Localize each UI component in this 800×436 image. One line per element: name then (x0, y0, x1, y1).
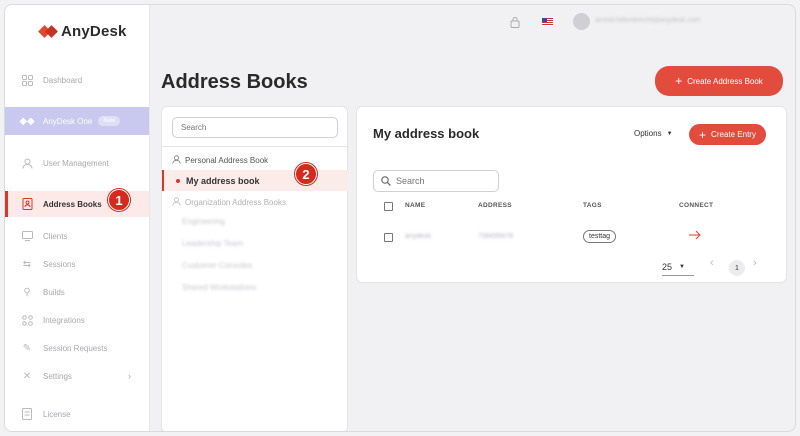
tag-badge[interactable]: testtag (583, 230, 617, 243)
entry-search-input[interactable] (396, 176, 496, 186)
select-all-checkbox[interactable] (384, 202, 393, 211)
sidebar-item-anydesk-one[interactable]: ◆◆ AnyDesk One New (5, 107, 149, 135)
dashboard-icon (21, 74, 33, 86)
entry-search-box[interactable] (373, 170, 499, 192)
user-email[interactable]: arnold.hillenbrecht@anydesk.com (595, 17, 701, 24)
sidebar-item-sessions[interactable]: ⇆ Sessions (5, 251, 149, 277)
app-window: AnyDesk Dashboard ◆◆ AnyDesk One New Use… (4, 4, 796, 432)
anydesk-logo[interactable]: AnyDesk (38, 23, 127, 40)
sidebar-item-integrations[interactable]: Integrations (5, 307, 149, 333)
integrations-icon (21, 314, 33, 326)
sidebar-item-builds[interactable]: ⚲ Builds (5, 279, 149, 305)
page-number[interactable]: 1 (729, 260, 745, 276)
address-book-item[interactable]: Leadership Team (162, 233, 348, 254)
options-dropdown[interactable]: Options ▼ (634, 129, 673, 138)
prev-page-icon[interactable]: ‹ (710, 257, 714, 269)
entry-address: 738495678 (478, 233, 514, 240)
plus-icon: + (699, 127, 707, 142)
builds-icon: ⚲ (23, 286, 31, 298)
address-book-item[interactable]: Shared Workstations (162, 277, 348, 298)
sidebar-item-settings[interactable]: ✕ Settings › (5, 363, 149, 389)
sidebar-item-label: Settings (43, 371, 72, 381)
avatar[interactable] (573, 13, 590, 30)
address-book-search-input[interactable] (172, 117, 338, 138)
sidebar-item-label: Integrations (43, 315, 85, 325)
sidebar: AnyDesk Dashboard ◆◆ AnyDesk One New Use… (5, 5, 150, 431)
user-icon (172, 155, 181, 166)
license-icon (21, 408, 33, 420)
sidebar-item-dashboard[interactable]: Dashboard (5, 67, 149, 93)
sessions-icon: ⇆ (22, 258, 32, 270)
column-header-address[interactable]: ADDRESS (478, 202, 512, 209)
create-address-book-label: Create Address Book (687, 76, 763, 86)
step-marker-2: 2 (295, 163, 317, 185)
plus-icon: + (675, 74, 683, 88)
create-entry-button[interactable]: + Create Entry (689, 124, 766, 145)
anydesk-logo-icon (38, 24, 58, 39)
row-checkbox[interactable] (384, 233, 393, 242)
brand-name: AnyDesk (61, 23, 127, 40)
column-header-name[interactable]: NAME (405, 202, 425, 209)
user-icon (21, 157, 33, 169)
column-header-connect: CONNECT (679, 202, 714, 209)
sidebar-item-label: Dashboard (43, 75, 83, 85)
anydesk-icon: ◆◆ (19, 115, 35, 127)
address-book-content-panel: My address book Options ▼ + Create Entry… (356, 106, 787, 283)
address-book-icon (21, 198, 33, 210)
sidebar-item-label: Address Books (43, 199, 102, 209)
personal-section-header: Personal Address Book (172, 155, 268, 166)
sidebar-item-label: Session Requests (43, 343, 108, 353)
caret-down-icon: ▼ (666, 130, 673, 137)
address-books-panel: Personal Address Book My address book Or… (161, 106, 348, 431)
address-book-item[interactable]: Customer Consoles (162, 255, 348, 276)
search-icon (381, 176, 391, 186)
sidebar-item-label: Clients (43, 231, 68, 241)
sidebar-item-license[interactable]: License (5, 401, 149, 427)
create-address-book-button[interactable]: + Create Address Book (655, 66, 783, 96)
entry-name: anydesk (405, 233, 432, 240)
sidebar-item-user-management[interactable]: User Management (5, 150, 149, 176)
organization-section-header: Organization Address Books (172, 197, 286, 208)
language-flag-icon[interactable] (542, 18, 553, 26)
page-title: Address Books (161, 71, 308, 93)
address-book-item-my-address-book[interactable]: My address book (162, 170, 348, 191)
create-entry-label: Create Entry (711, 130, 756, 139)
monitor-icon (21, 230, 33, 242)
active-dot (176, 178, 180, 183)
sidebar-item-label: AnyDesk One (43, 116, 93, 126)
next-page-icon[interactable]: › (753, 257, 757, 269)
new-badge: New (98, 116, 121, 126)
sidebar-item-session-requests[interactable]: ✎ Session Requests (5, 335, 149, 361)
caret-down-icon: ▼ (679, 264, 685, 270)
sidebar-item-label: User Management (43, 158, 109, 168)
page-size-select[interactable]: 25 ▼ (662, 262, 694, 276)
settings-icon: ✕ (22, 370, 32, 382)
divider (162, 146, 347, 147)
step-marker-1: 1 (108, 189, 130, 211)
sidebar-item-label: Sessions (43, 259, 76, 269)
sidebar-item-clients[interactable]: Clients (5, 223, 149, 249)
connect-arrow-icon[interactable] (688, 228, 702, 242)
sidebar-item-label: Builds (43, 287, 65, 297)
group-icon (172, 197, 181, 208)
address-book-item[interactable]: Engineering (162, 211, 348, 232)
address-book-title: My address book (373, 126, 480, 141)
lock-icon[interactable] (510, 16, 520, 28)
column-header-tags: TAGS (583, 202, 602, 209)
session-requests-icon: ✎ (22, 342, 32, 354)
sidebar-item-label: License (43, 409, 71, 419)
chevron-right-icon: › (128, 371, 131, 381)
